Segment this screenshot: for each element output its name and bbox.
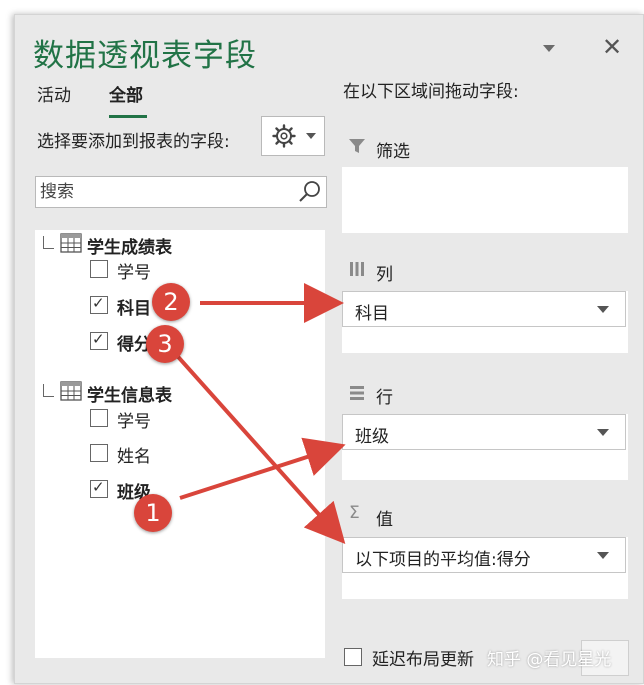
pill-label: 科目	[355, 304, 389, 324]
search-input[interactable]	[38, 179, 292, 205]
annotation-badge-3: 3	[146, 325, 184, 363]
checkbox[interactable]	[90, 260, 108, 278]
search-icon[interactable]	[298, 180, 322, 204]
defer-layout-label: 延迟布局更新	[372, 650, 474, 670]
gear-icon	[272, 124, 296, 148]
checkbox[interactable]	[90, 478, 108, 498]
tab-all-fields[interactable]: 全部	[109, 81, 143, 106]
field-label: 科目	[117, 299, 151, 319]
annotation-badge-1: 1	[134, 494, 172, 532]
field-label: 学号	[117, 263, 151, 283]
defer-layout-checkbox[interactable]	[344, 648, 362, 666]
field-item[interactable]: 姓名	[90, 442, 210, 467]
table-icon	[60, 233, 82, 253]
watermark: 知乎 @看见星光	[487, 650, 612, 670]
checkbox[interactable]	[90, 294, 108, 314]
columns-field-pill[interactable]: 科目	[342, 291, 626, 327]
values-area-label: 值	[376, 510, 393, 530]
annotation-badge-2: 2	[152, 283, 190, 321]
field-label: 学号	[117, 412, 151, 432]
checkbox[interactable]	[90, 444, 108, 462]
rows-area-label: 行	[376, 388, 393, 408]
pane-options-dropdown-icon[interactable]	[543, 45, 555, 52]
pane-title: 数据透视表字段	[33, 38, 257, 74]
filter-drop-zone[interactable]	[342, 167, 628, 233]
chevron-down-icon	[306, 133, 316, 139]
values-drop-zone[interactable]: 以下项目的平均值:得分	[342, 537, 628, 599]
columns-area-label: 列	[376, 265, 393, 285]
rows-icon	[350, 386, 364, 400]
values-field-pill[interactable]: 以下项目的平均值:得分	[342, 537, 626, 573]
collapse-toggle[interactable]	[43, 236, 54, 249]
pill-label: 以下项目的平均值:得分	[355, 550, 531, 570]
field-search	[35, 176, 327, 208]
close-icon[interactable]: ✕	[602, 33, 622, 61]
field-settings-button[interactable]	[261, 116, 325, 156]
active-tab-indicator	[109, 115, 147, 118]
rows-field-pill[interactable]: 班级	[342, 414, 626, 450]
chevron-down-icon[interactable]	[597, 552, 609, 559]
table-name: 学生信息表	[87, 386, 172, 406]
field-label: 姓名	[117, 447, 151, 467]
field-item[interactable]: 科目	[90, 294, 210, 319]
field-item[interactable]: 学号	[90, 258, 210, 283]
filter-icon	[349, 139, 365, 153]
filter-area-label: 筛选	[376, 142, 410, 162]
table-icon	[60, 381, 82, 401]
field-list-instruction: 选择要添加到报表的字段:	[37, 132, 230, 152]
rows-drop-zone[interactable]: 班级	[342, 414, 628, 480]
sigma-icon: Σ	[349, 503, 360, 523]
columns-drop-zone[interactable]: 科目	[342, 291, 628, 353]
field-item[interactable]: 学号	[90, 407, 210, 432]
checkbox[interactable]	[90, 330, 108, 350]
columns-icon	[350, 262, 364, 276]
tab-active-fields[interactable]: 活动	[37, 81, 71, 106]
pill-label: 班级	[355, 427, 389, 447]
chevron-down-icon[interactable]	[597, 306, 609, 313]
chevron-down-icon[interactable]	[597, 429, 609, 436]
table-name: 学生成绩表	[87, 238, 172, 258]
checkbox[interactable]	[90, 409, 108, 427]
areas-instruction: 在以下区域间拖动字段:	[343, 82, 519, 102]
pivot-field-pane: 数据透视表字段 ✕ 活动 全部 选择要添加到报表的字段: 搜索 学生成绩表 学号…	[14, 14, 644, 684]
collapse-toggle[interactable]	[43, 384, 54, 397]
